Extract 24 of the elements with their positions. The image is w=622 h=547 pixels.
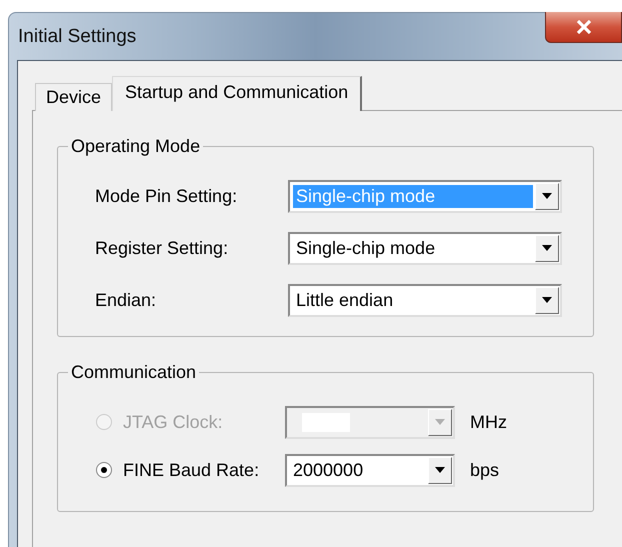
dropdown[interactable]: Little endian: [288, 284, 562, 316]
dropdown-arrow-icon: [541, 244, 553, 252]
unit-label: MHz: [470, 412, 507, 432]
window-title: Initial Settings: [18, 26, 136, 48]
unit-label: bps: [470, 460, 500, 480]
dropdown-arrow-icon: [541, 296, 553, 304]
dropdown[interactable]: Single-chip mode: [288, 232, 562, 264]
dropdown-arrow-icon: [434, 418, 446, 426]
group-title: Communication: [70, 362, 198, 383]
field-label: Register Setting:: [94, 238, 230, 258]
close-button[interactable]: [545, 12, 622, 43]
dropdown[interactable]: 2000000: [285, 454, 455, 486]
group-title: Operating Mode: [70, 136, 202, 157]
tab[interactable]: Device: [35, 83, 112, 111]
field-label: Mode Pin Setting:: [94, 186, 238, 206]
dropdown-arrow-icon: [434, 466, 446, 474]
dropdown-arrow-icon: [541, 192, 553, 200]
radio-label: FINE Baud Rate:: [122, 460, 260, 480]
radio-label: JTAG Clock:: [122, 412, 224, 432]
close-icon: [576, 20, 592, 34]
dropdown[interactable]: [285, 406, 455, 438]
tab[interactable]: Startup and Communication: [112, 76, 362, 111]
field-label: Endian:: [94, 290, 158, 310]
radio-button[interactable]: [96, 462, 112, 478]
